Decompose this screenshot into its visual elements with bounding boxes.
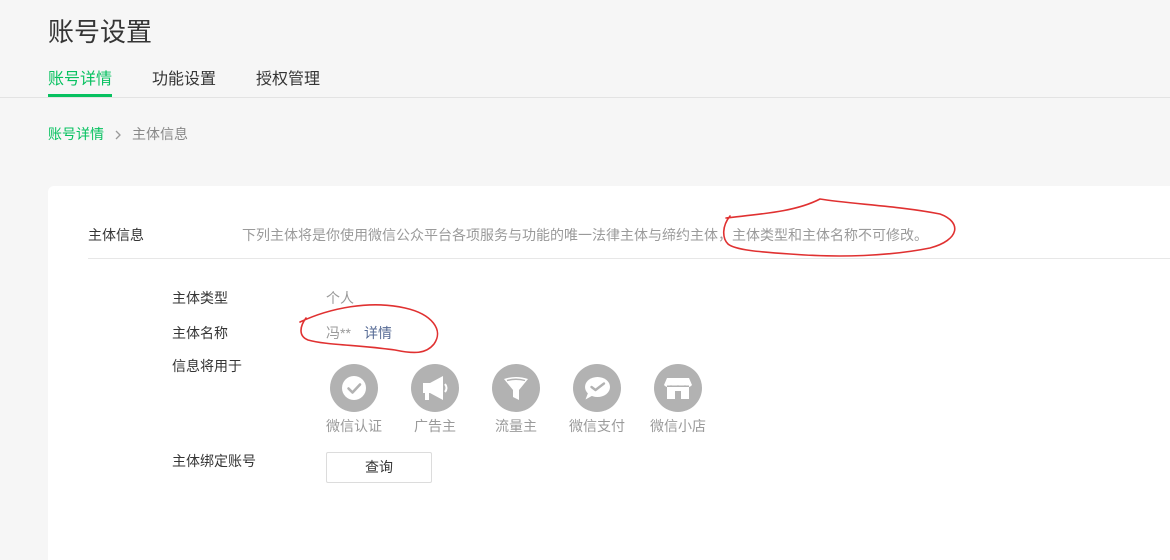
page-title: 账号设置 xyxy=(48,17,153,47)
tab-feature-settings[interactable]: 功能设置 xyxy=(152,69,216,91)
usage-item-label: 流量主 xyxy=(495,418,537,434)
usage-item-label: 微信小店 xyxy=(650,418,706,434)
verified-check-icon xyxy=(330,364,378,412)
wechat-pay-icon xyxy=(573,364,621,412)
subject-name-value: 冯** xyxy=(326,325,351,341)
chevron-right-icon xyxy=(112,128,124,140)
breadcrumb-root-link[interactable]: 账号详情 xyxy=(48,124,104,144)
tab-authorization-management[interactable]: 授权管理 xyxy=(256,69,320,91)
active-tab-indicator xyxy=(48,94,112,97)
section-title: 主体信息 xyxy=(88,227,144,243)
subject-name-label: 主体名称 xyxy=(172,325,228,341)
subject-type-label: 主体类型 xyxy=(172,290,228,306)
usage-item-label: 广告主 xyxy=(414,418,456,434)
bound-accounts-label: 主体绑定账号 xyxy=(172,453,256,469)
megaphone-icon xyxy=(411,364,459,412)
tab-account-details[interactable]: 账号详情 xyxy=(48,69,112,91)
usage-label: 信息将用于 xyxy=(172,358,242,374)
shop-icon xyxy=(654,364,702,412)
usage-item-label: 微信认证 xyxy=(326,418,382,434)
subject-name-details-link[interactable]: 详情 xyxy=(364,323,392,343)
breadcrumb-current: 主体信息 xyxy=(132,126,188,142)
section-description: 下列主体将是你使用微信公众平台各项服务与功能的唯一法律主体与缔约主体，主体类型和… xyxy=(242,227,928,243)
subject-type-value: 个人 xyxy=(326,290,354,306)
tabs-divider xyxy=(0,97,1170,98)
usage-item-label: 微信支付 xyxy=(569,418,625,434)
query-button[interactable]: 查询 xyxy=(326,452,432,483)
section-divider xyxy=(88,258,1170,259)
funnel-icon xyxy=(492,364,540,412)
